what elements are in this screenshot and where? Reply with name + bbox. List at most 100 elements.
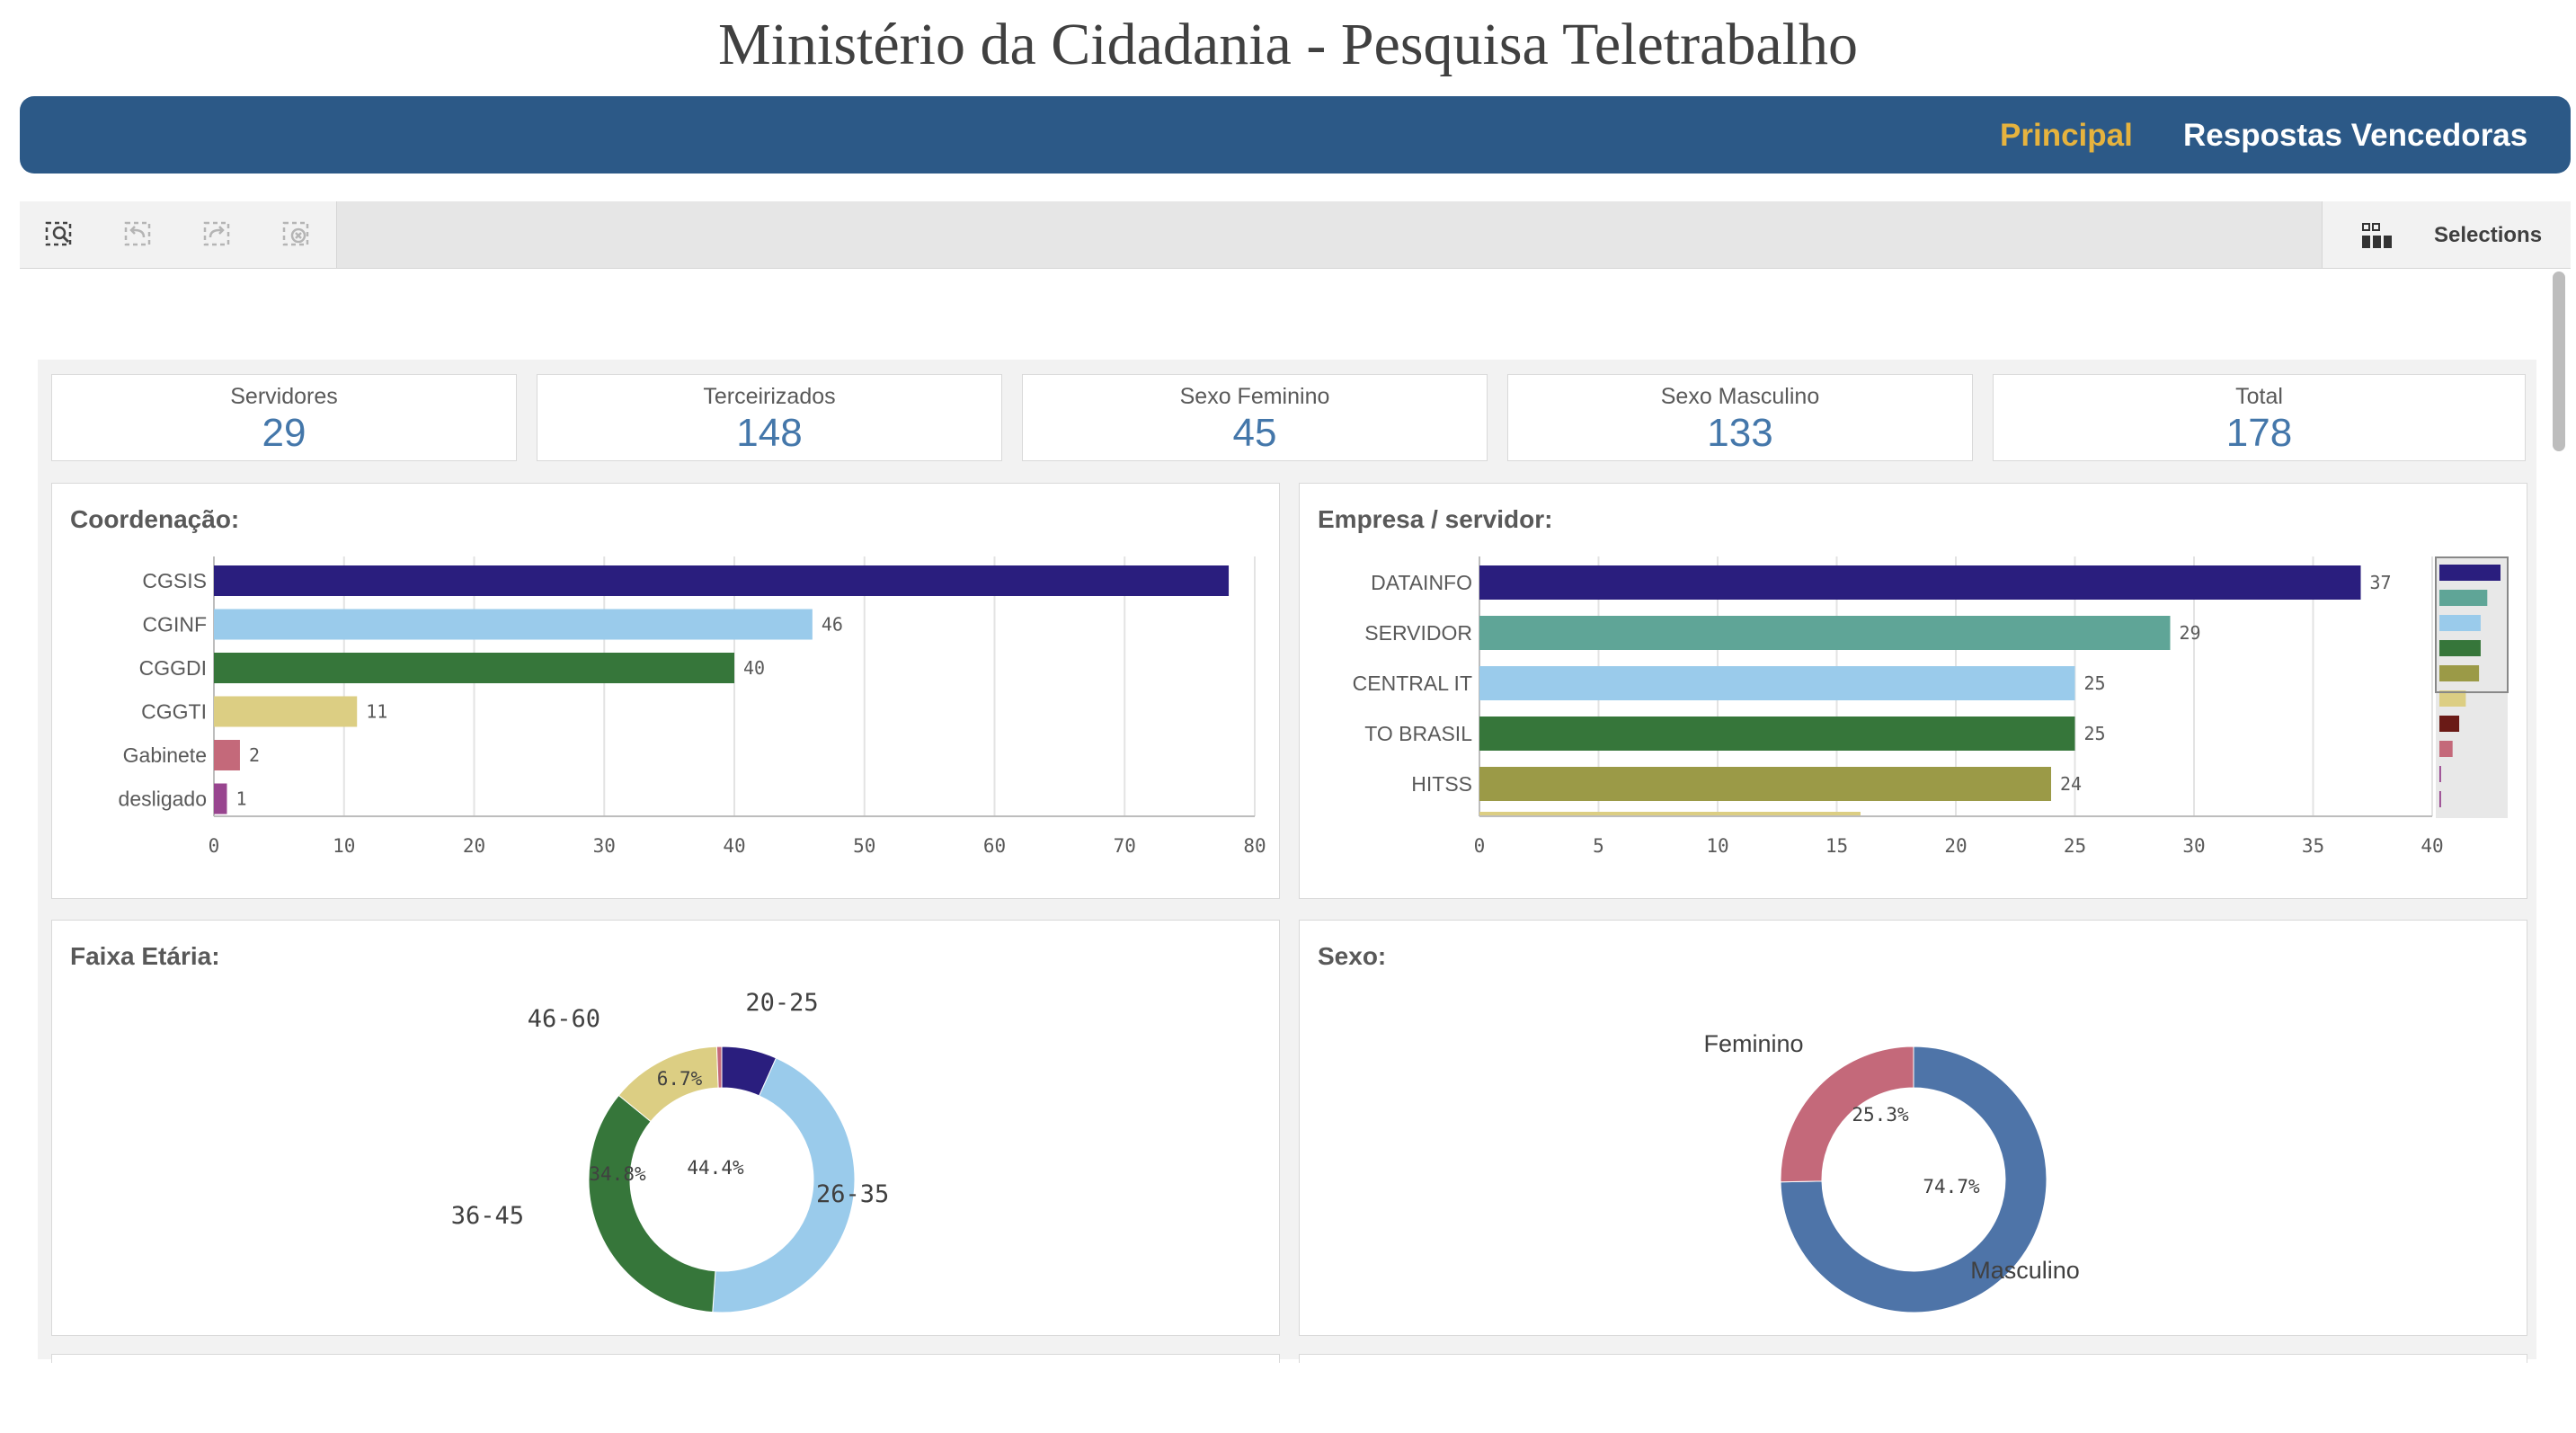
slice-label: 26-35 (816, 1180, 889, 1208)
kpi-servidores[interactable]: Servidores 29 (51, 374, 517, 461)
minichart-bar (2439, 665, 2480, 681)
bar (214, 696, 358, 727)
coordenacao-bar-chart[interactable]: 0 10 20 30 40 50 60 70 80 CGSIS CGINF 46 CGGDI 40 CGGT… (52, 484, 1281, 900)
x-tick-label: 25 (2064, 835, 2086, 857)
sexo-donut-chart[interactable]: Masculino 74.7% Feminino 25.3% (1300, 921, 2528, 1337)
toolbar-button-group (20, 201, 337, 268)
y-category-label: CGINF (142, 613, 207, 636)
bar (214, 609, 813, 640)
bar (214, 783, 227, 814)
y-category-label: HITSS (1411, 772, 1472, 796)
x-tick-label: 0 (1474, 835, 1486, 857)
bar (214, 565, 1230, 596)
slice-label: 46-60 (528, 1005, 600, 1033)
slice-percent-label: 34.8% (589, 1163, 646, 1185)
bar-value-label: 37 (2370, 572, 2392, 593)
kpi-label: Terceirizados (703, 384, 836, 409)
x-tick-label: 15 (1825, 835, 1848, 857)
panel-empresa-servidor[interactable]: Empresa / servidor: 0 5 10 15 20 25 30 35 40 DATA… (1299, 483, 2527, 899)
bar (1479, 666, 2075, 700)
slice-label: Feminino (1703, 1030, 1803, 1057)
selections-button[interactable]: Selections (2322, 201, 2571, 268)
faixa-etaria-donut-chart[interactable]: 20-25 6.7% 26-35 44.4% 36-45 34.8% 46-60 (52, 921, 1281, 1337)
slice-percent-label: 25.3% (1852, 1104, 1909, 1126)
smart-search-icon[interactable] (40, 214, 79, 254)
y-category-label: CENTRAL IT (1353, 672, 1472, 695)
vertical-scrollbar[interactable] (2553, 271, 2565, 451)
y-category-label: DATAINFO (1371, 571, 1472, 594)
panel-sexo[interactable]: Sexo: Masculino 74.7% Feminino 25.3% (1299, 920, 2527, 1336)
bar-value-label: 46 (822, 614, 843, 636)
kpi-label: Servidores (230, 384, 338, 409)
kpi-value: 133 (1707, 411, 1773, 455)
x-tick-label: 20 (1944, 835, 1967, 857)
x-tick-label: 80 (1243, 835, 1266, 857)
x-tick-label: 5 (1593, 835, 1604, 857)
kpi-value: 178 (2225, 411, 2293, 455)
slice-label: 36-45 (451, 1202, 524, 1230)
minichart-bar (2439, 716, 2460, 732)
kpi-terceirizados[interactable]: Terceirizados 148 (537, 374, 1002, 461)
kpi-sexo-feminino[interactable]: Sexo Feminino 45 (1022, 374, 1488, 461)
y-category-label: CGGTI (141, 700, 207, 724)
slice-label: 20-25 (745, 989, 818, 1017)
x-tick-label: 35 (2302, 835, 2324, 857)
nav-principal[interactable]: Principal (2000, 118, 2133, 154)
x-tick-label: 40 (2421, 835, 2443, 857)
kpi-label: Sexo Feminino (1179, 384, 1330, 409)
bar-value-label: 40 (743, 657, 765, 679)
selection-toolbar: Selections (20, 201, 2571, 269)
clear-selections-icon[interactable] (277, 214, 316, 254)
bar (1479, 767, 2051, 801)
selections-grid-icon (2362, 223, 2392, 248)
kpi-label: Sexo Masculino (1660, 384, 1820, 409)
kpi-label: Total (2235, 384, 2283, 409)
x-tick-label: 40 (723, 835, 745, 857)
selections-label: Selections (2434, 223, 2543, 247)
panel-coordenacao[interactable]: Coordenação: 0 10 20 30 40 50 60 70 80 CGSIS CGINF… (51, 483, 1280, 899)
minichart-bar (2439, 565, 2500, 581)
kpi-total[interactable]: Total 178 (1993, 374, 2526, 461)
y-category-label: TO BRASIL (1364, 722, 1472, 745)
panel-faixa-etaria[interactable]: Faixa Etária: 20-25 6.7% 26-35 44.4% 36-45 34… (51, 920, 1280, 1336)
x-tick-label: 10 (333, 835, 355, 857)
nav-respostas-vencedoras[interactable]: Respostas Vencedoras (2183, 118, 2527, 154)
minichart-bar (2439, 741, 2453, 757)
bar-value-label: 11 (366, 701, 387, 723)
bar (214, 653, 734, 683)
slice-percent-label: 74.7% (1923, 1176, 1980, 1197)
bar-value-label: 1 (235, 788, 246, 810)
slice-percent-label: 6.7% (657, 1068, 703, 1090)
bar (1479, 716, 2075, 751)
kpi-value: 29 (262, 411, 306, 455)
panel-next-left (51, 1354, 1280, 1363)
minichart-bar (2439, 615, 2481, 631)
bar-partial (1479, 812, 1861, 815)
bar-value-label: 25 (2084, 672, 2106, 694)
kpi-sexo-masculino[interactable]: Sexo Masculino 133 (1507, 374, 1973, 461)
y-category-label: CGGDI (139, 656, 207, 680)
slice-percent-label: 44.4% (687, 1157, 744, 1179)
empresa-bar-chart[interactable]: 0 5 10 15 20 25 30 35 40 DATAINFO 37 SERVIDOR 29 CENT… (1300, 484, 2528, 900)
x-tick-label: 50 (853, 835, 875, 857)
y-category-label: Gabinete (123, 743, 207, 767)
bar-value-label: 25 (2084, 723, 2106, 744)
bar (1479, 616, 2171, 650)
donut-slice (588, 1094, 716, 1313)
x-tick-label: 60 (983, 835, 1006, 857)
slice-label: Masculino (1970, 1257, 2080, 1284)
x-tick-label: 30 (2182, 835, 2205, 857)
bar-value-label: 2 (249, 744, 260, 766)
bar (214, 740, 240, 770)
kpi-value: 45 (1232, 411, 1277, 455)
step-forward-icon[interactable] (198, 214, 237, 254)
minichart-bar (2439, 590, 2488, 606)
x-tick-label: 70 (1114, 835, 1136, 857)
top-navbar: Principal Respostas Vencedoras (20, 96, 2571, 174)
x-tick-label: 0 (209, 835, 220, 857)
step-back-icon[interactable] (119, 214, 158, 254)
page-title: Ministério da Cidadania - Pesquisa Telet… (717, 12, 1859, 77)
x-tick-label: 30 (593, 835, 616, 857)
kpi-value: 148 (736, 411, 803, 455)
bar-value-label: 24 (2060, 773, 2082, 795)
